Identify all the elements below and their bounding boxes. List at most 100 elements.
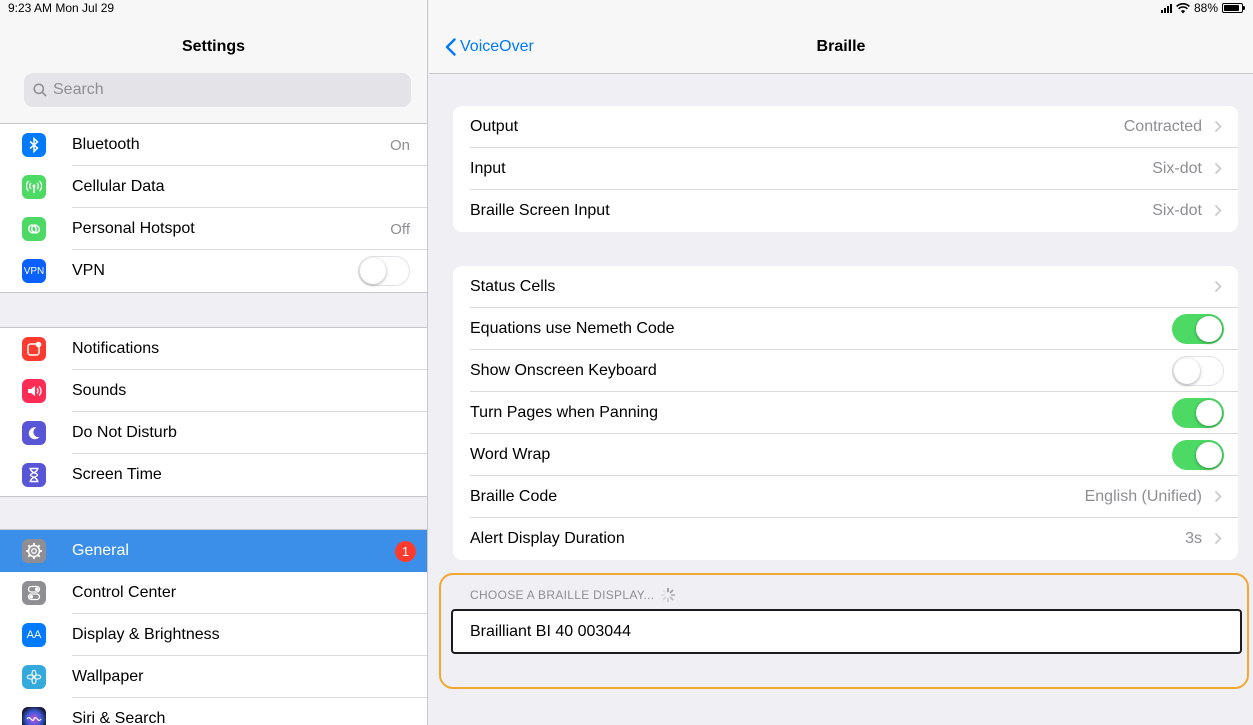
- sidebar-item-label: VPN: [72, 262, 105, 279]
- braille-options-section: Status Cells Equations use Nemeth Code S…: [453, 266, 1238, 560]
- search-icon: [33, 83, 47, 97]
- sidebar-group-connectivity: Bluetooth On Cellular Data Personal Hots…: [0, 124, 427, 292]
- sidebar-group-notifications: Notifications Sounds Do Not Disturb Scre…: [0, 328, 427, 496]
- page-title: Braille: [816, 38, 866, 55]
- toggle-knob: [1196, 442, 1222, 468]
- row-label: Word Wrap: [470, 446, 551, 463]
- chevron-right-icon: [1214, 490, 1222, 503]
- sidebar-item-cellular-data[interactable]: Cellular Data: [0, 166, 427, 208]
- sidebar-item-wallpaper[interactable]: Wallpaper: [0, 656, 427, 698]
- braille-code-row[interactable]: Braille Code English (Unified): [453, 476, 1238, 518]
- toggle-knob: [1174, 358, 1200, 384]
- braille-input-output-section: Output Contracted Input Six-dot Braille …: [453, 106, 1238, 232]
- row-label: Turn Pages when Panning: [470, 404, 658, 421]
- sidebar-item-label: Personal Hotspot: [72, 220, 195, 237]
- sidebar-item-label: Bluetooth: [72, 136, 140, 153]
- sidebar-item-notifications[interactable]: Notifications: [0, 328, 427, 370]
- status-cells-row[interactable]: Status Cells: [453, 266, 1238, 308]
- row-value: English (Unified): [1084, 488, 1202, 505]
- toggle-knob: [1196, 316, 1222, 342]
- row-label: Status Cells: [470, 278, 556, 295]
- sidebar-item-label: Siri & Search: [72, 710, 166, 725]
- chevron-right-icon: [1214, 204, 1222, 217]
- status-indicators: 88%: [1160, 1, 1245, 15]
- speaker-icon: [22, 379, 46, 403]
- switches-icon: [22, 581, 46, 605]
- vpn-icon: VPN: [22, 259, 46, 283]
- row-label: Input: [470, 160, 506, 177]
- sidebar-item-label: Notifications: [72, 340, 160, 357]
- status-time: 9:23 AM Mon Jul 29: [8, 1, 115, 15]
- sidebar-item-screen-time[interactable]: Screen Time: [0, 454, 427, 496]
- chevron-right-icon: [1214, 162, 1222, 175]
- sidebar-group-gap: [0, 292, 427, 328]
- wifi-icon: [1176, 2, 1190, 13]
- row-label: Alert Display Duration: [470, 530, 625, 547]
- toggle-knob: [360, 258, 386, 284]
- turn-pages-row: Turn Pages when Panning: [453, 392, 1238, 434]
- flower-icon: [22, 665, 46, 689]
- sidebar-item-sounds[interactable]: Sounds: [0, 370, 427, 412]
- hourglass-icon: [22, 463, 46, 487]
- chevron-right-icon: [1214, 280, 1222, 293]
- row-label: Braille Code: [470, 488, 558, 505]
- sidebar-item-control-center[interactable]: Control Center: [0, 572, 427, 614]
- input-row[interactable]: Input Six-dot: [453, 148, 1238, 190]
- notifications-icon: [22, 337, 46, 361]
- notification-badge: 1: [395, 541, 416, 562]
- sidebar-item-vpn[interactable]: VPN VPN: [0, 250, 427, 292]
- sidebar-item-value: Off: [390, 220, 410, 238]
- antenna-icon: [22, 175, 46, 199]
- section-caption-text: CHOOSE A BRAILLE DISPLAY...: [470, 588, 655, 602]
- row-value: Six-dot: [1152, 160, 1202, 177]
- detail-nav-bar: VoiceOver Braille: [429, 0, 1253, 74]
- braille-display-device[interactable]: Brailliant BI 40 003044: [451, 609, 1242, 654]
- braille-display-caption: CHOOSE A BRAILLE DISPLAY...: [470, 587, 676, 603]
- sidebar-group-general: General 1 Control Center AA Display & Br…: [0, 530, 427, 725]
- row-label: Equations use Nemeth Code: [470, 320, 675, 337]
- sidebar-group-gap: [0, 496, 427, 530]
- sidebar-item-label: Control Center: [72, 584, 177, 601]
- search-input[interactable]: Search: [24, 73, 411, 107]
- chevron-right-icon: [1214, 120, 1222, 133]
- sidebar-item-label: Sounds: [72, 382, 127, 399]
- battery-icon: [1222, 3, 1245, 13]
- moon-icon: [22, 421, 46, 445]
- sidebar-item-label: Wallpaper: [72, 668, 144, 685]
- text-size-icon: AA: [22, 623, 46, 647]
- word-wrap-toggle[interactable]: [1172, 440, 1224, 470]
- gear-icon: [22, 539, 46, 563]
- sidebar-item-label: Do Not Disturb: [72, 424, 177, 441]
- sidebar-item-personal-hotspot[interactable]: Personal Hotspot Off: [0, 208, 427, 250]
- row-label: Show Onscreen Keyboard: [470, 362, 657, 379]
- row-value: Six-dot: [1152, 202, 1202, 219]
- row-value: Contracted: [1123, 118, 1202, 135]
- sidebar-item-do-not-disturb[interactable]: Do Not Disturb: [0, 412, 427, 454]
- nemeth-code-row: Equations use Nemeth Code: [453, 308, 1238, 350]
- search-placeholder: Search: [53, 81, 104, 98]
- turn-pages-toggle[interactable]: [1172, 398, 1224, 428]
- sidebar-header: Settings Search: [0, 0, 427, 124]
- output-row[interactable]: Output Contracted: [453, 106, 1238, 148]
- signal-icon: [1160, 3, 1172, 13]
- braille-screen-input-row[interactable]: Braille Screen Input Six-dot: [453, 190, 1238, 232]
- word-wrap-row: Word Wrap: [453, 434, 1238, 476]
- sidebar-item-bluetooth[interactable]: Bluetooth On: [0, 124, 427, 166]
- sidebar-item-label: Screen Time: [72, 466, 162, 483]
- sidebar-item-display-brightness[interactable]: AA Display & Brightness: [0, 614, 427, 656]
- braille-detail-pane: VoiceOver Braille Output Contracted Inpu…: [429, 0, 1253, 725]
- row-label: Braille Screen Input: [470, 202, 610, 219]
- onscreen-keyboard-row: Show Onscreen Keyboard: [453, 350, 1238, 392]
- chevron-right-icon: [1214, 532, 1222, 545]
- siri-icon: [22, 707, 46, 725]
- sidebar-item-general[interactable]: General 1: [0, 530, 427, 572]
- sidebar-item-siri-search[interactable]: Siri & Search: [0, 698, 427, 725]
- bluetooth-icon: [22, 133, 46, 157]
- vpn-toggle[interactable]: [358, 256, 410, 286]
- spinner-icon: [661, 587, 676, 603]
- hotspot-icon: [22, 217, 46, 241]
- nemeth-code-toggle[interactable]: [1172, 314, 1224, 344]
- row-value: 3s: [1185, 530, 1202, 547]
- onscreen-keyboard-toggle[interactable]: [1172, 356, 1224, 386]
- alert-duration-row[interactable]: Alert Display Duration 3s: [453, 518, 1238, 560]
